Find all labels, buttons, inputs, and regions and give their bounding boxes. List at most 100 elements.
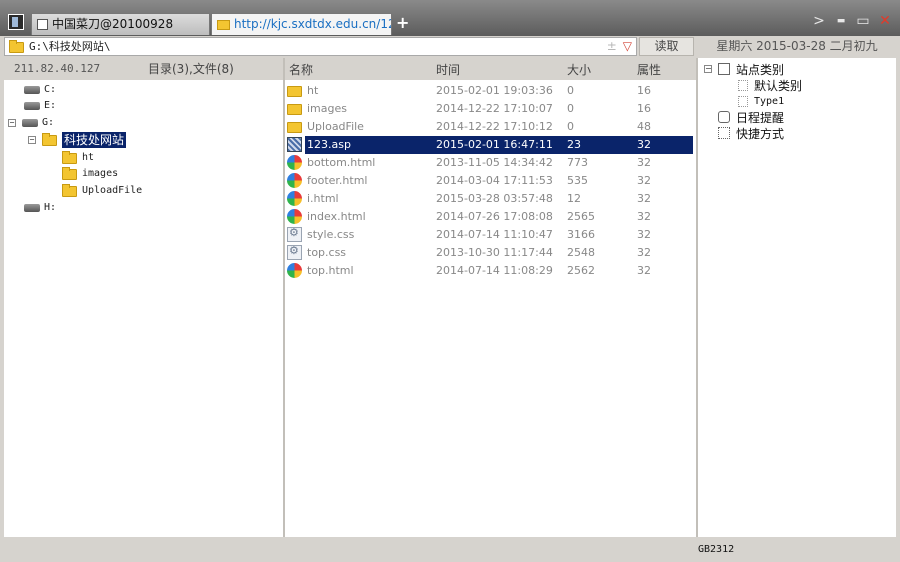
- encoding-label[interactable]: GB2312: [698, 538, 734, 562]
- file-attr: 32: [637, 228, 651, 241]
- plus-minus-icon[interactable]: ±: [607, 39, 617, 53]
- html-file-icon: [287, 263, 302, 278]
- css-file-icon: [287, 244, 302, 260]
- tree-item-uploadfile[interactable]: UploadFile: [62, 183, 142, 199]
- forward-arrow-icon[interactable]: >: [812, 14, 826, 28]
- tree-item-shortcuts[interactable]: 快捷方式: [718, 125, 784, 141]
- tree-item-site-folder[interactable]: − 科技处网站: [28, 132, 127, 148]
- collapse-icon[interactable]: −: [28, 136, 36, 144]
- file-time: 2014-07-14 11:10:47: [436, 228, 553, 241]
- chevron-down-icon[interactable]: ▽: [623, 39, 632, 53]
- folder-icon: [42, 132, 57, 146]
- tree-item-schedule[interactable]: 日程提醒: [718, 109, 784, 125]
- folder-icon: [9, 40, 24, 53]
- read-button[interactable]: 读取: [639, 37, 694, 56]
- column-header-size[interactable]: 大小: [567, 58, 591, 82]
- file-attr: 16: [637, 102, 651, 115]
- tree-item-type1[interactable]: Type1: [738, 93, 784, 109]
- file-list-header: 名称 时间 大小 属性: [285, 58, 696, 80]
- tab-chopper-main[interactable]: 中国菜刀@20100928: [31, 13, 210, 35]
- collapse-icon[interactable]: −: [704, 65, 712, 73]
- tree-item-site-category[interactable]: − 站点类别: [704, 61, 784, 77]
- collapse-icon[interactable]: −: [8, 119, 16, 127]
- drive-icon: [24, 86, 40, 94]
- file-name: ht: [307, 84, 319, 97]
- file-list-panel: 名称 时间 大小 属性 ht 2015-02-01 19:03:36 0 16 imag…: [285, 58, 696, 537]
- file-name: top.html: [307, 264, 354, 277]
- file-time: 2015-02-01 19:03:36: [436, 84, 553, 97]
- drive-icon: [24, 204, 40, 212]
- file-attr: 48: [637, 120, 651, 133]
- html-file-icon: [287, 155, 302, 170]
- server-ip: 211.82.40.127: [14, 62, 101, 75]
- table-row[interactable]: images 2014-12-22 17:10:07 0 16: [285, 100, 693, 118]
- file-size: 12: [567, 192, 581, 205]
- file-size: 0: [567, 102, 574, 115]
- file-attr: 32: [637, 264, 651, 277]
- file-name: footer.html: [307, 174, 368, 187]
- file-attr: 32: [637, 138, 651, 151]
- path-input[interactable]: G:\科技处网站\ ± ▽: [4, 37, 637, 56]
- tree-item-images[interactable]: images: [62, 166, 118, 182]
- file-name: style.css: [307, 228, 355, 241]
- folder-icon: [287, 122, 302, 133]
- drive-icon: [24, 102, 40, 110]
- file-size: 773: [567, 156, 588, 169]
- shortcut-icon: [718, 127, 730, 139]
- table-row[interactable]: top.html 2014-07-14 11:08:29 2562 32: [285, 262, 693, 280]
- html-file-icon: [287, 191, 302, 206]
- site-manager-panel: − 站点类别 默认类别 Type1 日程提醒 快捷方式: [698, 58, 896, 537]
- minimize-icon[interactable]: ▬: [834, 14, 848, 28]
- table-row[interactable]: UploadFile 2014-12-22 17:10:12 0 48: [285, 118, 693, 136]
- table-row[interactable]: i.html 2015-03-28 03:57:48 12 32: [285, 190, 693, 208]
- file-time: 2015-03-28 03:57:48: [436, 192, 553, 205]
- table-row[interactable]: index.html 2014-07-26 17:08:08 2565 32: [285, 208, 693, 226]
- app-logo-icon: [8, 14, 24, 30]
- tab-webshell-url[interactable]: http://kjc.sxdtdx.edu.cn/123....: [211, 13, 392, 35]
- tree-item-drive-g[interactable]: − G:: [8, 115, 54, 131]
- tree-item-ht[interactable]: ht: [62, 150, 94, 166]
- status-bar: GB2312: [0, 538, 900, 562]
- close-icon[interactable]: ✕: [878, 14, 892, 28]
- tree-item-drive-h[interactable]: H:: [24, 200, 56, 216]
- directory-summary: 目录(3),文件(8): [148, 62, 234, 76]
- html-file-icon: [287, 173, 302, 188]
- css-file-icon: [287, 226, 302, 242]
- table-row[interactable]: style.css 2014-07-14 11:10:47 3166 32: [285, 226, 693, 244]
- table-row[interactable]: footer.html 2014-03-04 17:11:53 535 32: [285, 172, 693, 190]
- file-time: 2014-07-14 11:08:29: [436, 264, 553, 277]
- directory-header: 211.82.40.127 目录(3),文件(8): [4, 58, 283, 80]
- folder-icon: [62, 166, 77, 180]
- window-controls: > ▬ ▭ ✕: [812, 12, 892, 30]
- html-file-icon: [287, 209, 302, 224]
- table-row[interactable]: top.css 2013-10-30 11:17:44 2548 32: [285, 244, 693, 262]
- drive-icon: [22, 119, 38, 127]
- file-name: top.css: [307, 246, 347, 259]
- tab-label: 中国菜刀@20100928: [52, 17, 174, 31]
- directory-tree-panel: 211.82.40.127 目录(3),文件(8) C: E: − G: − 科技处…: [4, 58, 283, 537]
- file-size: 2565: [567, 210, 595, 223]
- column-header-attr[interactable]: 属性: [637, 58, 661, 82]
- file-size: 3166: [567, 228, 595, 241]
- folder-icon: [287, 104, 302, 115]
- table-row[interactable]: 123.asp 2015-02-01 16:47:11 23 32: [285, 136, 693, 154]
- column-header-time[interactable]: 时间: [436, 58, 460, 82]
- file-size: 0: [567, 120, 574, 133]
- file-size: 535: [567, 174, 588, 187]
- column-header-name[interactable]: 名称: [289, 58, 313, 82]
- file-time: 2014-07-26 17:08:08: [436, 210, 553, 223]
- file-attr: 32: [637, 246, 651, 259]
- tree-item-default-category[interactable]: 默认类别: [738, 77, 802, 93]
- file-name: i.html: [307, 192, 339, 205]
- table-row[interactable]: ht 2015-02-01 19:03:36 0 16: [285, 82, 693, 100]
- file-attr: 32: [637, 156, 651, 169]
- title-bar: 中国菜刀@20100928 http://kjc.sxdtdx.edu.cn/1…: [0, 0, 900, 36]
- file-attr: 16: [637, 84, 651, 97]
- folder-icon: [62, 150, 77, 164]
- table-row[interactable]: bottom.html 2013-11-05 14:34:42 773 32: [285, 154, 693, 172]
- new-tab-button[interactable]: +: [396, 14, 409, 32]
- file-time: 2014-03-04 17:11:53: [436, 174, 553, 187]
- tree-item-drive-e[interactable]: E:: [24, 98, 56, 114]
- tree-item-drive-c[interactable]: C:: [24, 82, 56, 98]
- maximize-icon[interactable]: ▭: [856, 14, 870, 28]
